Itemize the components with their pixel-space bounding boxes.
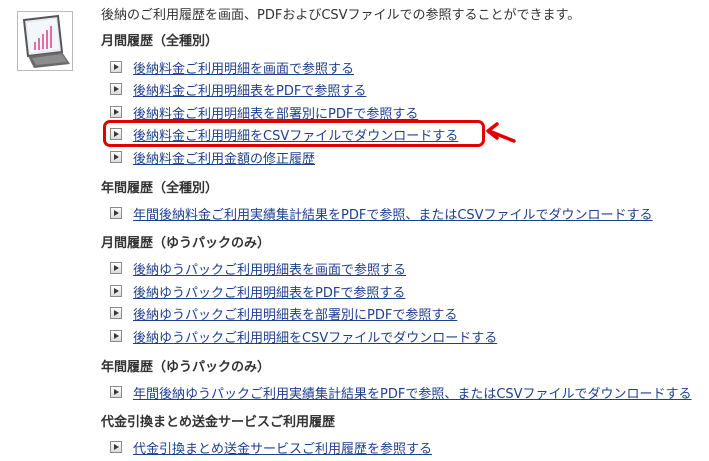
link-item[interactable]: 年間後納料金ご利用実績集計結果をPDFで参照、またはCSVファイルでダウンロード… (110, 204, 653, 223)
link-item[interactable]: 後納ゆうパックご利用明細表を部署別にPDFで参照する (110, 304, 457, 323)
link-item[interactable]: 後納ゆうパックご利用明細表を画面で参照する (110, 259, 406, 278)
highlight-box (103, 120, 485, 147)
red-arrow-icon (486, 122, 516, 143)
section-heading-monthly-yupack: 月間履歴（ゆうパックのみ） (101, 236, 271, 251)
arrow-bullet-icon (110, 106, 122, 118)
link-annual-summary[interactable]: 年間後納料金ご利用実績集計結果をPDFで参照、またはCSVファイルでダウンロード… (133, 204, 653, 223)
intro-text: 後納のご利用履歴を画面、PDFおよびCSVファイルでの参照することができます。 (101, 8, 581, 23)
arrow-bullet-icon (110, 207, 122, 219)
link-monthly-pdf[interactable]: 後納料金ご利用明細表をPDFで参照する (133, 80, 366, 99)
section-heading-cod-remittance: 代金引換まとめ送金サービスご利用履歴 (101, 415, 336, 430)
link-item[interactable]: 後納料金ご利用明細を画面で参照する (110, 58, 354, 77)
arrow-bullet-icon (110, 151, 122, 163)
arrow-bullet-icon (110, 441, 122, 453)
link-cod-remittance-history[interactable]: 代金引換まとめ送金サービスご利用履歴を参照する (133, 438, 432, 457)
laptop-chart-icon (17, 11, 73, 71)
arrow-bullet-icon (110, 307, 122, 319)
section-heading-annual-all: 年間履歴（全種別） (101, 181, 219, 196)
link-item[interactable]: 後納料金ご利用金額の修正履歴 (110, 148, 315, 167)
link-item[interactable]: 後納ゆうパックご利用明細表をPDFで参照する (110, 282, 405, 301)
link-yupack-annual-summary[interactable]: 年間後納ゆうパックご利用実績集計結果をPDFで参照、またはCSVファイルでダウン… (133, 383, 692, 402)
link-monthly-pdf-department[interactable]: 後納料金ご利用明細表を部署別にPDFで参照する (133, 103, 418, 122)
arrow-bullet-icon (110, 330, 122, 342)
link-yupack-csv[interactable]: 後納ゆうパックご利用明細をCSVファイルでダウンロードする (133, 327, 497, 346)
link-yupack-pdf-department[interactable]: 後納ゆうパックご利用明細表を部署別にPDFで参照する (133, 304, 457, 323)
link-yupack-pdf[interactable]: 後納ゆうパックご利用明細表をPDFで参照する (133, 282, 405, 301)
arrow-bullet-icon (110, 285, 122, 297)
arrow-bullet-icon (110, 83, 122, 95)
link-monthly-screen[interactable]: 後納料金ご利用明細を画面で参照する (133, 58, 354, 77)
link-item[interactable]: 代金引換まとめ送金サービスご利用履歴を参照する (110, 438, 432, 457)
arrow-bullet-icon (110, 386, 122, 398)
link-yupack-screen[interactable]: 後納ゆうパックご利用明細表を画面で参照する (133, 259, 406, 278)
section-heading-annual-yupack: 年間履歴（ゆうパックのみ） (101, 360, 271, 375)
section-heading-monthly-all: 月間履歴（全種別） (101, 34, 219, 49)
link-item[interactable]: 後納ゆうパックご利用明細をCSVファイルでダウンロードする (110, 327, 497, 346)
link-item[interactable]: 後納料金ご利用明細表をPDFで参照する (110, 80, 366, 99)
arrow-bullet-icon (110, 61, 122, 73)
link-item[interactable]: 後納料金ご利用明細表を部署別にPDFで参照する (110, 103, 418, 122)
arrow-bullet-icon (110, 262, 122, 274)
link-monthly-correction-history[interactable]: 後納料金ご利用金額の修正履歴 (133, 148, 315, 167)
link-item[interactable]: 年間後納ゆうパックご利用実績集計結果をPDFで参照、またはCSVファイルでダウン… (110, 383, 692, 402)
